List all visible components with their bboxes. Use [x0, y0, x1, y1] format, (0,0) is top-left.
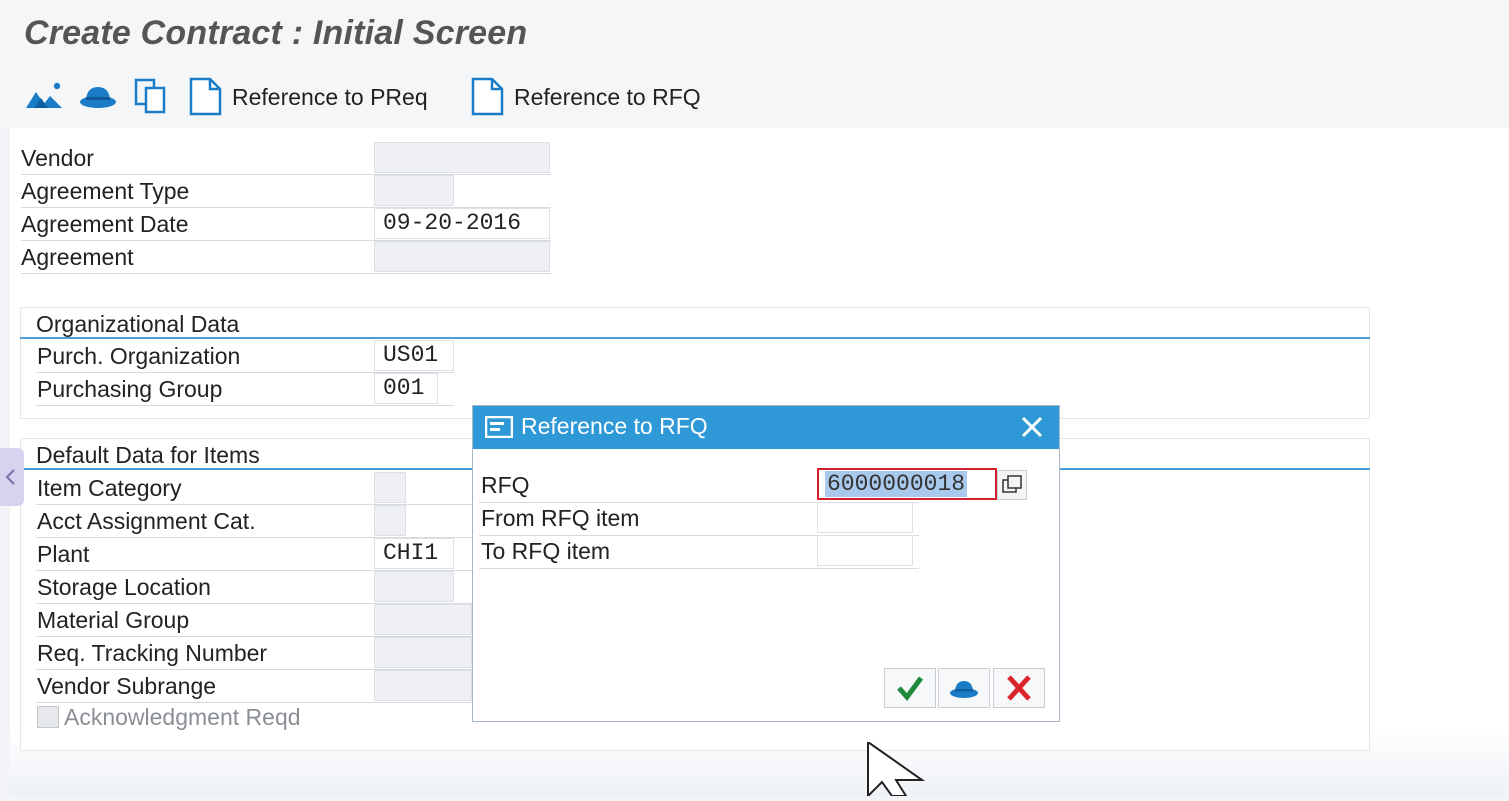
purchasing-group-label: Purchasing Group — [37, 376, 223, 402]
default-data-title: Default Data for Items — [36, 442, 260, 468]
vendor-subrange-label: Vendor Subrange — [37, 673, 217, 699]
row-divider — [36, 405, 454, 406]
vendor-label: Vendor — [21, 145, 94, 171]
purchasing-group-field[interactable]: 001 — [374, 373, 438, 404]
close-icon[interactable] — [1019, 414, 1045, 445]
agreement-date-field[interactable]: 09-20-2016 — [374, 208, 550, 239]
row-divider — [21, 273, 551, 274]
to-rfq-item-label: To RFQ item — [481, 538, 611, 564]
vendor-subrange-field[interactable] — [374, 670, 472, 701]
agreement-field[interactable] — [374, 241, 550, 272]
storage-location-label: Storage Location — [37, 574, 211, 600]
side-panel-toggle[interactable] — [0, 448, 24, 506]
reference-to-rfq-dialog: Reference to RFQ RFQ 6000000018 From RFQ… — [472, 405, 1060, 722]
hat-icon — [950, 681, 978, 698]
storage-location-field[interactable] — [374, 571, 454, 602]
hat-button[interactable] — [938, 668, 990, 708]
rfq-field[interactable]: 6000000018 — [817, 468, 997, 500]
reference-to-preq-button[interactable]: Reference to PReq — [232, 84, 428, 111]
hat-icon[interactable] — [78, 76, 118, 116]
rfq-value: 6000000018 — [825, 471, 968, 497]
agreement-type-field[interactable] — [374, 175, 454, 206]
organizational-data-title: Organizational Data — [36, 311, 240, 337]
value-help-icon[interactable] — [997, 470, 1027, 500]
confirm-button[interactable] — [884, 668, 936, 708]
req-tracking-number-label: Req. Tracking Number — [37, 640, 268, 666]
document-icon[interactable] — [468, 76, 508, 116]
plant-label: Plant — [37, 541, 90, 567]
vendor-field[interactable] — [374, 142, 550, 173]
dialog-title: Reference to RFQ — [521, 413, 708, 439]
acct-assignment-field[interactable] — [374, 505, 406, 536]
cancel-x-icon — [1007, 675, 1031, 701]
group-title-divider — [20, 337, 1370, 339]
rfq-label: RFQ — [481, 472, 530, 498]
application-toolbar — [0, 68, 1509, 128]
row-divider — [479, 568, 919, 569]
material-group-field[interactable] — [374, 604, 472, 635]
reference-to-rfq-button[interactable]: Reference to RFQ — [514, 84, 701, 111]
agreement-type-label: Agreement Type — [21, 178, 190, 204]
to-rfq-item-field[interactable] — [817, 535, 913, 566]
material-group-label: Material Group — [37, 607, 190, 633]
dialog-window-icon — [484, 415, 514, 443]
from-rfq-item-label: From RFQ item — [481, 505, 640, 531]
purch-organization-label: Purch. Organization — [37, 343, 241, 369]
item-category-label: Item Category — [37, 475, 182, 501]
acknowledgment-reqd-checkbox[interactable] — [37, 706, 59, 728]
page-title: Create Contract : Initial Screen — [24, 14, 528, 52]
agreement-date-label: Agreement Date — [21, 211, 189, 237]
row-divider — [21, 174, 551, 175]
cancel-button[interactable] — [993, 668, 1045, 708]
confirm-check-icon — [897, 676, 924, 701]
plant-field[interactable]: CHI1 — [374, 538, 454, 569]
from-rfq-item-field[interactable] — [817, 502, 913, 533]
mouse-cursor-icon — [866, 740, 926, 801]
copy-icon[interactable] — [132, 76, 172, 116]
document-icon[interactable] — [186, 76, 226, 116]
mountains-icon[interactable] — [24, 76, 64, 116]
acct-assignment-label: Acct Assignment Cat. — [37, 508, 256, 534]
acknowledgment-reqd-label: Acknowledgment Reqd — [64, 704, 301, 730]
item-category-field[interactable] — [374, 472, 406, 503]
row-divider — [36, 504, 472, 505]
agreement-label: Agreement — [21, 244, 134, 270]
req-tracking-number-field[interactable] — [374, 637, 472, 668]
purch-organization-field[interactable]: US01 — [374, 340, 454, 371]
